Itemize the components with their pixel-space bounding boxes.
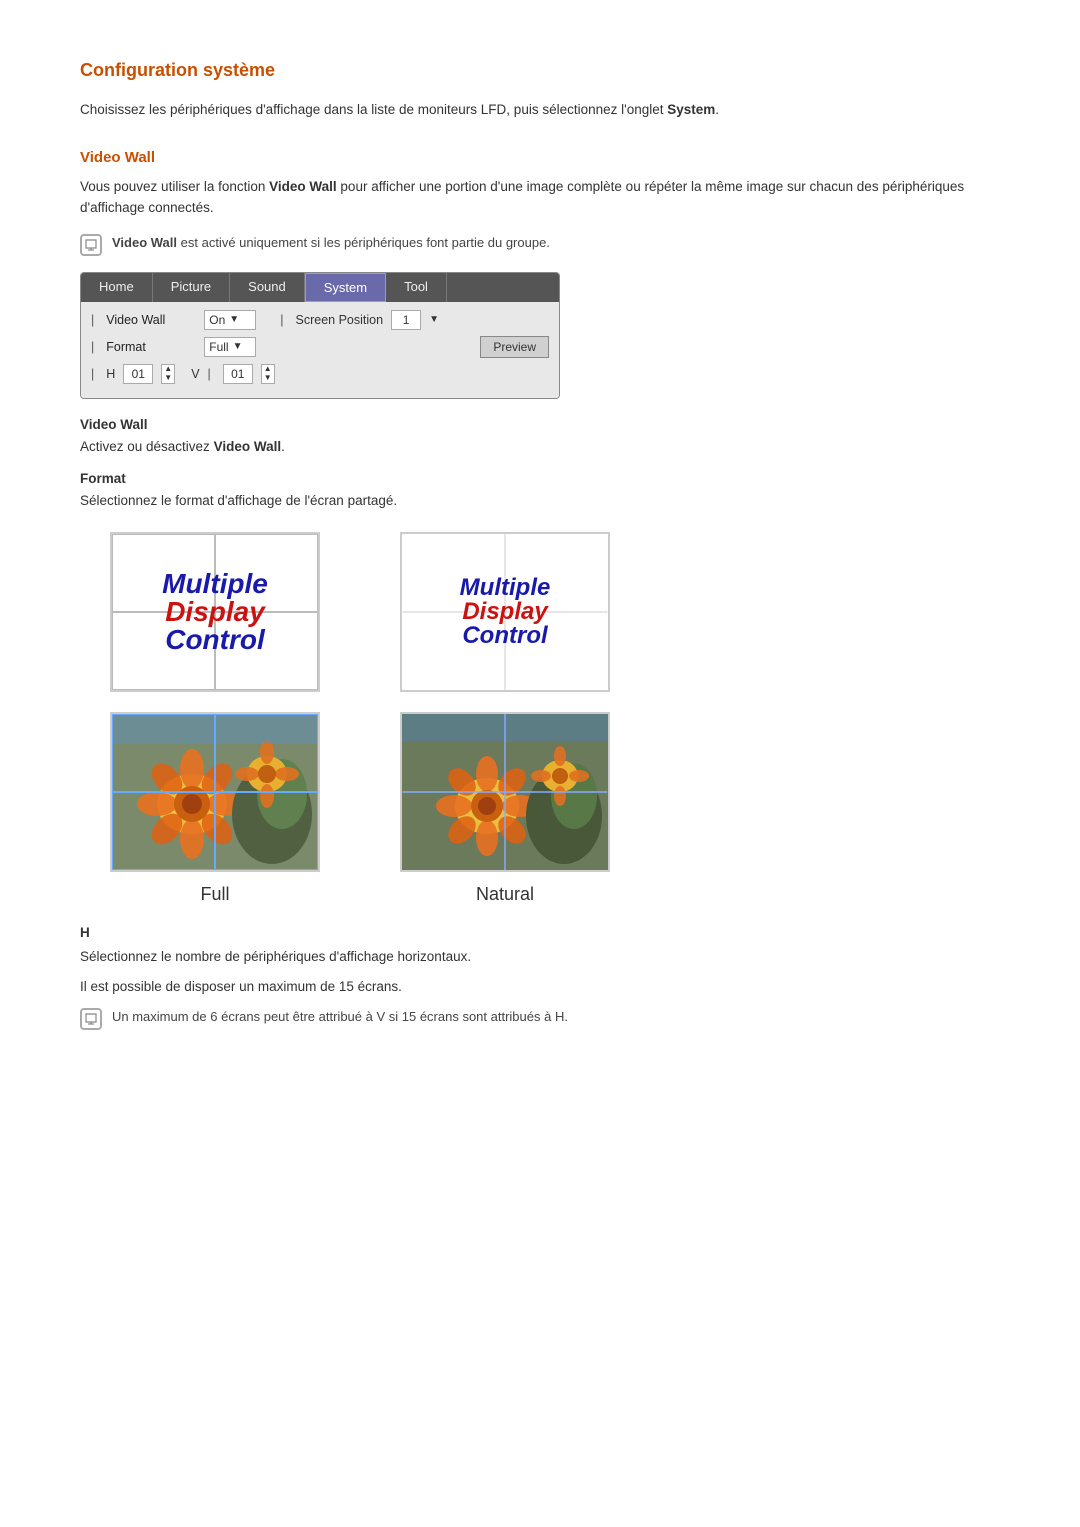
note-icon-2	[80, 1008, 102, 1030]
pipe-2: |	[280, 313, 283, 327]
dropdown-arrow-3: ▼	[233, 341, 243, 352]
vw-desc-pre: Activez ou désactivez	[80, 439, 210, 454]
tab-home[interactable]: Home	[81, 273, 153, 302]
pipe-3: |	[91, 340, 94, 354]
tab-tool[interactable]: Tool	[386, 273, 447, 302]
dropdown-arrow-2: ▼	[429, 314, 439, 325]
full-label: Full	[200, 884, 229, 905]
h-section-label: H	[80, 925, 1000, 940]
sub-label-video-wall: Video Wall	[80, 417, 1000, 432]
videowall-select[interactable]: On ▼	[204, 310, 256, 330]
tab-system[interactable]: System	[305, 273, 386, 302]
intro-suffix: .	[715, 102, 719, 117]
intro-bold: System	[667, 102, 715, 117]
note-text-1: Video Wall est activé uniquement si les …	[112, 233, 550, 253]
sub-label-format: Format	[80, 471, 1000, 486]
mdc-line3-full: Control	[162, 626, 268, 654]
note-bold-1: Video Wall	[112, 235, 177, 250]
flower-full-grid	[112, 714, 318, 870]
flower-full	[110, 712, 320, 872]
dropdown-arrow-1: ▼	[229, 314, 239, 325]
image-cell-natural-flower: Natural	[370, 712, 640, 905]
flower-q4	[215, 792, 318, 870]
note-text-2: Un maximum de 6 écrans peut être attribu…	[112, 1007, 568, 1027]
note-suffix-1: est activé uniquement si les périphériqu…	[181, 235, 550, 250]
panel-label-videowall: Video Wall	[106, 313, 196, 327]
v-value[interactable]: 01	[223, 364, 253, 384]
panel-row-format: | Format Full ▼ Preview	[91, 336, 549, 358]
section-bold: Video Wall	[269, 179, 337, 194]
h-desc-2: Il est possible de disposer un maximum d…	[80, 976, 1000, 998]
pipe-4: |	[91, 367, 94, 381]
flower-q2	[215, 714, 318, 792]
mdc-logo-full: Multiple Display Control	[110, 532, 320, 692]
mdc-text-full: Multiple Display Control	[162, 570, 268, 654]
tab-picture[interactable]: Picture	[153, 273, 230, 302]
video-wall-sub-text: Activez ou désactivez Video Wall.	[80, 436, 1000, 458]
format-images-grid: Multiple Display Control Multiple Displa…	[80, 532, 640, 905]
flower-q1	[112, 714, 215, 792]
vw-desc-bold: Video Wall	[214, 439, 282, 454]
panel-label-format: Format	[106, 340, 196, 354]
mdc-line3-natural: Control	[460, 624, 551, 648]
h-spinner[interactable]: ▲ ▼	[161, 364, 175, 384]
flower-natural-overlay	[402, 714, 608, 870]
v-spinner[interactable]: ▲ ▼	[261, 364, 275, 384]
spinner-down-1: ▼	[164, 374, 172, 383]
ui-panel: Home Picture Sound System Tool | Video W…	[80, 272, 560, 399]
mdc-line1-full: Multiple	[162, 570, 268, 598]
image-cell-natural-mdc: Multiple Display Control	[370, 532, 640, 692]
section-text-pre: Vous pouvez utiliser la fonction	[80, 179, 265, 194]
note-icon-1	[80, 234, 102, 256]
pipe-1: |	[91, 313, 94, 327]
h-value[interactable]: 01	[123, 364, 153, 384]
section-title-video-wall: Video Wall	[80, 149, 1000, 166]
mdc-line1-natural: Multiple	[460, 576, 551, 600]
panel-body: | Video Wall On ▼ | Screen Position 1 ▼ …	[81, 302, 559, 398]
screen-position-value[interactable]: 1	[391, 310, 421, 330]
screen-position-label: Screen Position	[296, 313, 384, 327]
panel-row-hv: | H 01 ▲ ▼ V | 01 ▲ ▼	[91, 364, 549, 384]
image-cell-full-mdc: Multiple Display Control	[80, 532, 350, 692]
panel-tabs: Home Picture Sound System Tool	[81, 273, 559, 302]
h-label-panel: H	[106, 367, 115, 381]
mdc-line2-natural: Display	[460, 600, 551, 624]
intro-text: Choisissez les périphériques d'affichage…	[80, 99, 1000, 121]
page-title: Configuration système	[80, 60, 1000, 81]
note-box-2: Un maximum de 6 écrans peut être attribu…	[80, 1007, 1000, 1030]
section-description: Vous pouvez utiliser la fonction Video W…	[80, 176, 1000, 219]
videowall-select-value: On	[209, 313, 225, 327]
panel-row-videowall: | Video Wall On ▼ | Screen Position 1 ▼	[91, 310, 549, 330]
flower-q3	[112, 792, 215, 870]
image-cell-full-flower: Full	[80, 712, 350, 905]
mdc-line2-full: Display	[162, 598, 268, 626]
v-label-panel: V	[191, 367, 199, 381]
intro-text-main: Choisissez les périphériques d'affichage…	[80, 102, 663, 117]
spinner-down-2: ▼	[264, 374, 272, 383]
vw-desc-suf: .	[281, 439, 285, 454]
format-select[interactable]: Full ▼	[204, 337, 256, 357]
h-desc-1: Sélectionnez le nombre de périphériques …	[80, 946, 1000, 968]
tab-sound[interactable]: Sound	[230, 273, 305, 302]
pipe-5: |	[208, 367, 211, 381]
flower-natural	[400, 712, 610, 872]
mdc-logo-natural: Multiple Display Control	[400, 532, 610, 692]
format-select-value: Full	[209, 340, 228, 354]
mdc-text-natural: Multiple Display Control	[460, 576, 551, 648]
format-sub-text: Sélectionnez le format d'affichage de l'…	[80, 490, 1000, 512]
preview-button[interactable]: Preview	[480, 336, 549, 358]
natural-label: Natural	[476, 884, 534, 905]
note-box-1: Video Wall est activé uniquement si les …	[80, 233, 1000, 256]
